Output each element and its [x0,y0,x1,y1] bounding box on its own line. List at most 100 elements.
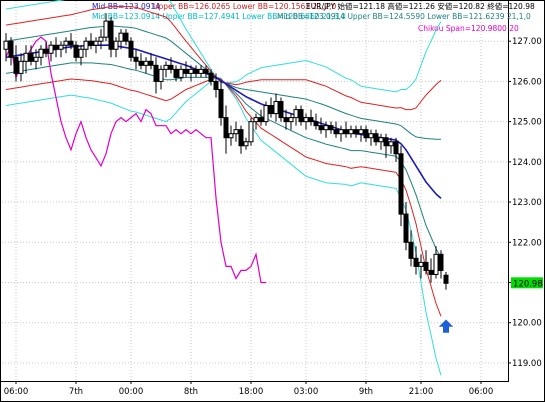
y-tick-label: 122.00 [512,238,542,248]
x-tick-label: 9th [359,387,373,397]
candle-body [183,68,189,74]
y-tick-label: 123.00 [512,198,542,208]
candle-body [278,101,284,119]
candle-body [78,48,84,58]
candle-body [388,141,394,147]
candle-body [23,52,29,62]
candle-body [128,40,134,58]
candle-body [138,60,144,66]
candle-body [163,64,169,70]
candle-body [363,129,369,139]
candle-body [398,153,404,215]
candle-body [168,64,174,70]
candle-body [348,129,354,135]
candle-body [68,40,74,46]
candle-body [143,60,149,66]
y-tick-label: 119.00 [512,359,542,369]
candle-body [408,241,414,259]
candle-body [108,20,114,50]
candle-body [63,40,69,46]
x-tick-label: 7th [69,387,83,397]
candle-body [283,117,289,123]
candle-body [18,60,24,74]
last-price-marker: 120.98 [511,277,543,289]
y-tick-label: 126.00 [512,77,542,87]
candle-body [93,40,99,46]
candle-body [288,117,294,123]
candle-body [88,40,94,46]
candle-body [208,72,214,82]
candle-body [333,129,339,135]
header-ohlc: EUR/JPY 始値=121.18 高値=121.26 安値=120.82 終値… [306,1,535,11]
candle-body [403,213,409,243]
candle-body [428,269,434,275]
candle-body [323,125,329,131]
chart-border [0,0,545,402]
x-tick-label: 8th [184,387,198,397]
candle-body [223,117,229,139]
candle-body [303,117,309,123]
candle-body [423,261,429,271]
candle-body [293,109,299,119]
candle-body [433,253,439,275]
candle-body [258,117,264,123]
candle-body [103,20,109,38]
y-tick-label: 120.00 [512,319,542,329]
x-tick-label: 03:00 [294,387,319,397]
candle-body [318,125,324,131]
candle-body [378,137,384,143]
candle-body [218,88,224,119]
header-bb-1: Mid BB=123.0914 Upper BB=124.5590 Lower … [277,12,531,21]
candle-body [353,129,359,135]
candle-body [38,48,44,58]
candle-body [198,68,204,74]
candle-body [203,68,209,74]
candle-body [48,44,54,54]
candle-body [153,64,159,82]
candle-body [338,129,344,135]
y-tick-label: 125.00 [512,118,542,128]
candle-body [368,133,374,139]
candle-body [33,56,39,62]
x-tick-label: 06:00 [4,387,29,397]
candle-body [263,105,269,123]
candle-body [83,40,89,50]
candle-body [248,121,254,143]
candle-body [73,44,79,58]
candle-body [238,129,244,147]
candle-body [158,68,164,82]
candle-body [383,137,389,147]
candle-body [253,117,259,123]
candle-body [8,40,14,58]
chart-canvas: Mid BB=123.0914 Upper BB=126.0265 Lower … [0,0,545,402]
candle-body [58,44,64,50]
candle-body [188,68,194,74]
x-tick-label: 00:00 [119,387,144,397]
x-tick-label: 18:00 [239,387,264,397]
candle-body [13,56,19,74]
candle-body [123,32,129,42]
candle-body [308,117,314,123]
candle-body [233,129,239,135]
candle-body [438,253,444,271]
candle-body [273,101,279,115]
candle-body [268,105,274,115]
candle-body [443,274,449,284]
candle-body [328,125,334,131]
y-axis: 127.00126.00125.00124.00123.00122.00121.… [508,37,542,369]
candle-body [3,40,9,50]
x-tick-label: 21:00 [409,387,434,397]
candle-body [393,141,399,155]
candle-body [373,133,379,143]
y-tick-label: 127.00 [512,37,542,47]
candle-body [28,52,34,62]
last-price-label: 120.98 [513,279,543,289]
candle-body [98,36,104,42]
candle-body [43,48,49,54]
x-tick-label: 06:00 [469,387,494,397]
candle-body [413,257,419,267]
candle-body [178,68,184,78]
chart-window: Mid BB=123.0914 Upper BB=126.0265 Lower … [0,0,545,402]
header-chikou: Chikou Span=120.9800 20 [418,24,519,33]
candle-body [213,80,219,90]
